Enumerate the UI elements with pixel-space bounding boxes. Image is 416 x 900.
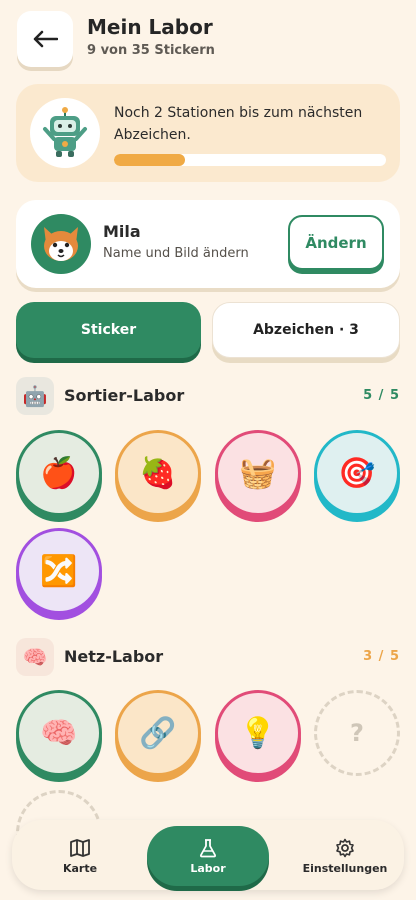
robot-avatar: [30, 98, 100, 168]
nav-label: Karte: [62, 861, 98, 875]
sticker-count: 9 von 35 Stickern: [87, 43, 215, 58]
tab-sticker[interactable]: Sticker: [16, 302, 201, 358]
section-title: Netz-Labor: [64, 647, 164, 666]
sticker-strawberry[interactable]: 🍓: [115, 430, 201, 516]
sticker-basket[interactable]: 🧺: [215, 430, 301, 516]
robot-icon: [43, 107, 87, 157]
edit-profile-button[interactable]: Ändern: [288, 215, 384, 270]
fox-icon: [44, 227, 78, 261]
sticker-link[interactable]: 🔗: [115, 690, 201, 776]
sticker-lightbulb[interactable]: 💡: [215, 690, 301, 776]
page-title: Mein Labor: [87, 15, 213, 39]
tab-badges[interactable]: Abzeichen · 3: [212, 302, 400, 358]
nav-item-einstellungen[interactable]: Einstellungen: [290, 828, 400, 884]
header: Mein Labor 9 von 35 Stickern: [17, 11, 399, 69]
nav-item-labor[interactable]: Labor: [147, 826, 269, 886]
sticker-target[interactable]: 🎯: [314, 430, 400, 516]
sticker-shuffle[interactable]: 🔀: [16, 528, 102, 614]
section-count: 5 / 5: [363, 388, 400, 403]
gear-icon: [336, 838, 354, 857]
progress-bar-fill: [114, 154, 185, 166]
bottom-navigation: Karte Labor Einstellungen: [12, 820, 404, 890]
section-count: 3 / 5: [363, 649, 400, 664]
arrow-left-icon: [33, 30, 58, 48]
profile-hint: Name und Bild ändern: [103, 246, 249, 261]
profile-name: Mila: [103, 222, 141, 241]
brain-icon: 🧠: [16, 638, 54, 676]
profile-card: Mila Name und Bild ändern Ändern: [16, 200, 400, 288]
sticker-locked[interactable]: ?: [314, 690, 400, 776]
nav-item-karte[interactable]: Karte: [40, 828, 120, 884]
section-sortier-labor: 🤖 Sortier-Labor 5 / 5: [16, 377, 400, 415]
robot-icon: 🤖: [16, 377, 54, 415]
map-icon: [70, 838, 90, 857]
nav-label: Labor: [190, 861, 226, 875]
sticker-apple[interactable]: 🍎: [16, 430, 102, 516]
progress-card: Noch 2 Stationen bis zum nächsten Abzeic…: [16, 84, 400, 182]
flask-icon: [199, 838, 217, 857]
nav-label: Einstellungen: [302, 861, 388, 875]
back-button[interactable]: [17, 11, 73, 67]
section-netz-labor: 🧠 Netz-Labor 3 / 5: [16, 638, 400, 676]
progress-message: Noch 2 Stationen bis zum nächsten Abzeic…: [114, 105, 363, 143]
progress-bar: [114, 154, 386, 166]
sticker-brain[interactable]: 🧠: [16, 690, 102, 776]
avatar: [31, 214, 91, 274]
section-title: Sortier-Labor: [64, 386, 185, 405]
